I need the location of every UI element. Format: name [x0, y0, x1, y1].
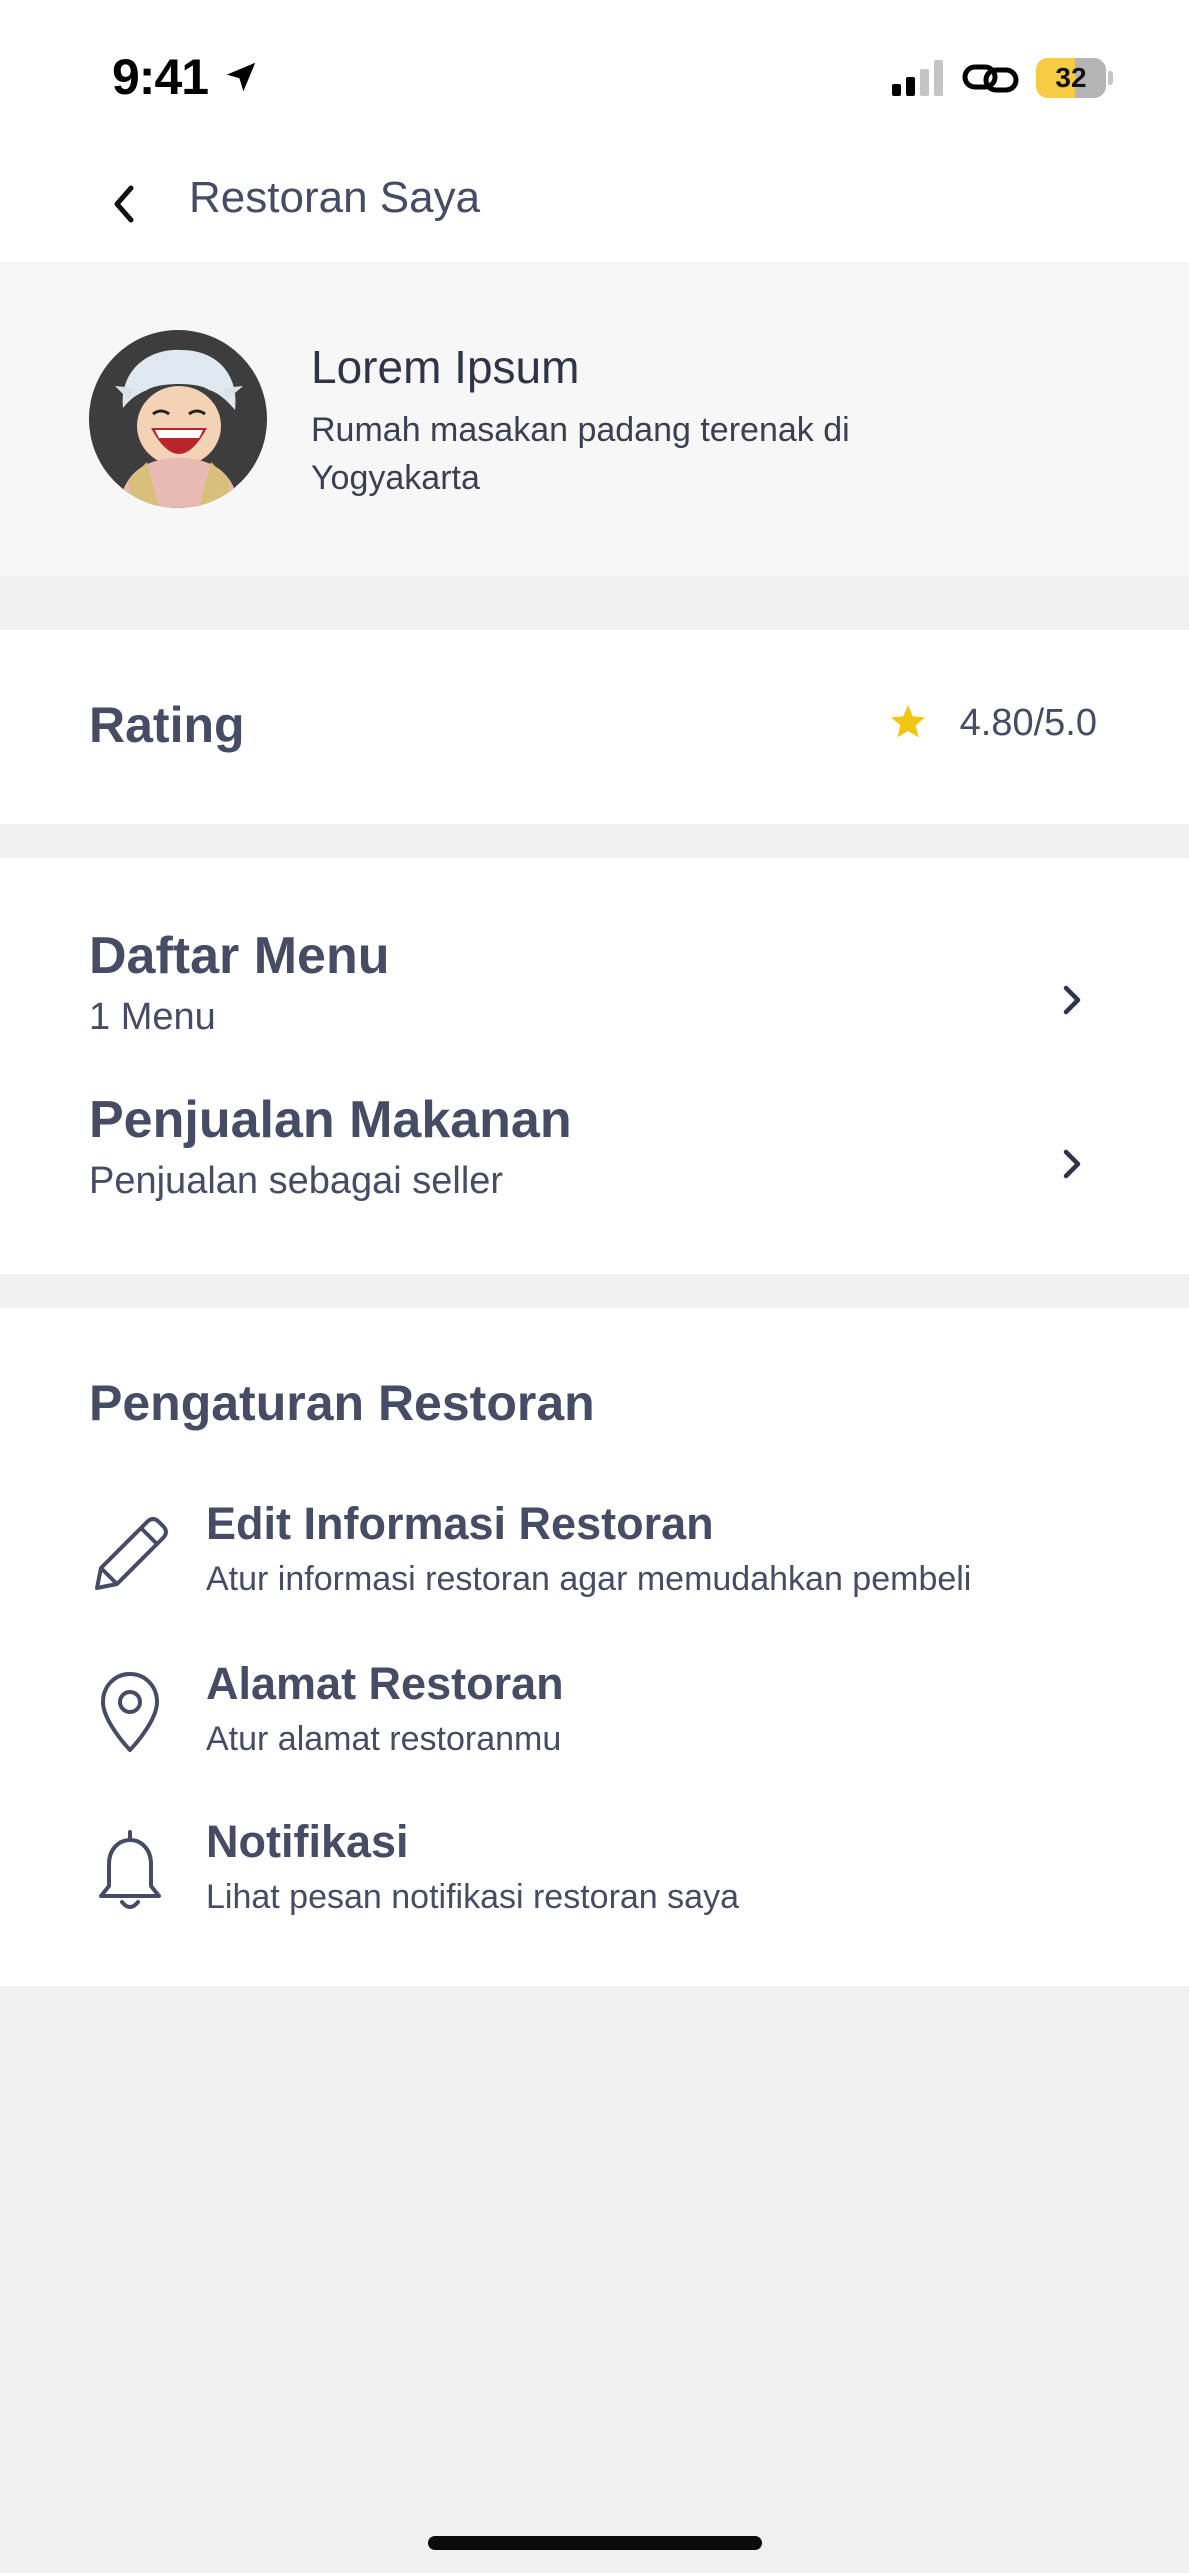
setting-title: Edit Informasi Restoran [206, 1498, 714, 1549]
rating-value: 4.80/5.0 [959, 702, 1097, 744]
status-bar: 9:41 32 [0, 0, 1189, 150]
signal-icon [892, 60, 943, 96]
map-pin-icon [101, 1672, 159, 1752]
chevron-right-icon [1063, 1149, 1081, 1179]
status-time: 9:41 [112, 49, 209, 105]
battery-icon: 32 [1036, 58, 1113, 98]
setting-subtitle: Lihat pesan notifikasi restoran saya [206, 1878, 739, 1916]
menu-item-subtitle: 1 Menu [89, 996, 216, 1038]
battery-level: 32 [1055, 62, 1087, 93]
pencil-icon [95, 1517, 168, 1590]
setting-subtitle: Atur informasi restoran agar memudahkan … [206, 1560, 972, 1598]
back-button[interactable] [96, 172, 152, 236]
location-arrow-icon [226, 62, 256, 92]
restaurant-description: Rumah masakan padang terenak di Yogyakar… [311, 411, 850, 497]
restaurant-profile: Lorem Ipsum Rumah masakan padang terenak… [0, 262, 1189, 576]
menu-card: Daftar Menu 1 Menu Penjualan Makanan Pen… [0, 858, 1189, 1274]
menu-item-daftar-menu[interactable]: Daftar Menu 1 Menu [0, 924, 1189, 1074]
menu-item-title: Penjualan Makanan [89, 1091, 572, 1149]
link-icon [962, 64, 1019, 93]
page-title: Restoran Saya [189, 173, 481, 222]
bell-icon [99, 1830, 161, 1909]
avatar[interactable] [89, 330, 267, 508]
menu-item-penjualan-makanan[interactable]: Penjualan Makanan Penjualan sebagai sell… [0, 1088, 1189, 1238]
app-header: Restoran Saya [0, 150, 1189, 262]
chevron-left-icon [114, 185, 134, 223]
rating-card: Rating 4.80/5.0 [0, 630, 1189, 824]
setting-title: Alamat Restoran [206, 1658, 564, 1709]
restaurant-name: Lorem Ipsum [311, 341, 580, 393]
rating-label: Rating [89, 697, 245, 753]
home-indicator[interactable] [428, 2536, 762, 2550]
setting-edit-informasi[interactable]: Edit Informasi Restoran Atur informasi r… [0, 1498, 1189, 1628]
chevron-right-icon [1063, 985, 1081, 1015]
setting-alamat-restoran[interactable]: Alamat Restoran Atur alamat restoranmu [0, 1658, 1189, 1788]
settings-card: Pengaturan Restoran Edit Informasi Resto… [0, 1308, 1189, 1986]
star-icon [891, 705, 925, 738]
menu-item-subtitle: Penjualan sebagai seller [89, 1160, 504, 1202]
settings-title: Pengaturan Restoran [89, 1375, 595, 1431]
menu-item-title: Daftar Menu [89, 927, 390, 985]
setting-notifikasi[interactable]: Notifikasi Lihat pesan notifikasi restor… [0, 1816, 1189, 1946]
setting-title: Notifikasi [206, 1816, 409, 1867]
setting-subtitle: Atur alamat restoranmu [206, 1720, 562, 1758]
